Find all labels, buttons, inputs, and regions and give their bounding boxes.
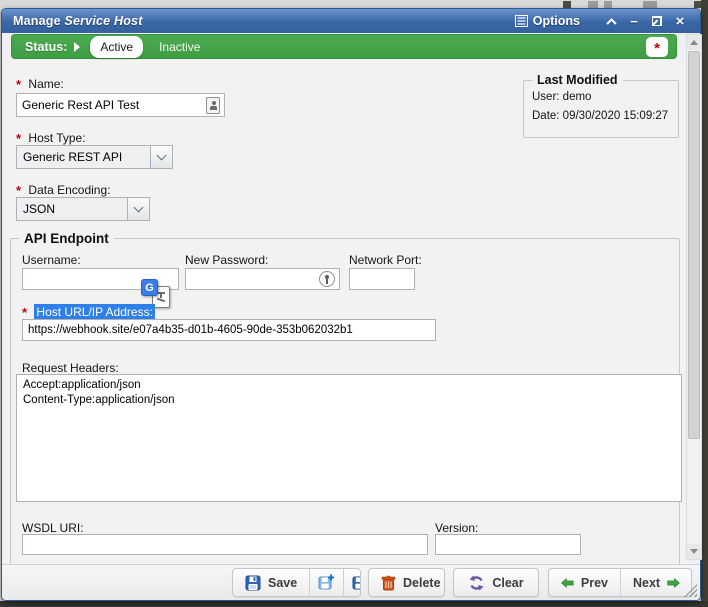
prev-button[interactable]: Prev (549, 569, 620, 596)
options-button[interactable]: Options (515, 14, 580, 28)
form-content: * Name: Last Modified User: demo Date: 0… (5, 60, 685, 564)
data-encoding-combobox[interactable]: JSON (16, 197, 150, 221)
background-page-edge (701, 0, 708, 607)
clear-button[interactable]: Clear (454, 569, 538, 596)
background-icon-fragment (563, 1, 571, 8)
host-url-label-highlight: Host URL/IP Address: (34, 304, 155, 320)
manage-service-host-dialog: Manage Service Host Options − × (1, 8, 701, 601)
chevron-up-icon (606, 18, 617, 25)
save-button-group: Save (232, 568, 361, 597)
triangle-down-icon (690, 549, 698, 554)
network-port-input[interactable] (349, 268, 415, 290)
background-icon-fragment (588, 1, 598, 8)
required-asterisk-icon: * (16, 131, 21, 146)
minimize-icon[interactable]: − (626, 13, 642, 29)
save-floppy-icon (245, 575, 261, 591)
chevron-down-icon (157, 150, 167, 160)
scroll-up-button[interactable] (687, 35, 701, 50)
popout-glyph (652, 16, 662, 26)
popout-icon[interactable] (649, 13, 665, 29)
status-option-inactive[interactable]: Inactive (159, 40, 200, 54)
data-encoding-label: * Data Encoding: (16, 182, 110, 197)
network-port-label: Network Port: (349, 253, 422, 267)
translate-g-glyph: G (141, 279, 158, 296)
host-type-value: Generic REST API (17, 146, 150, 168)
status-label: Status: (12, 40, 67, 54)
scrollbar-thumb[interactable] (688, 51, 700, 439)
host-type-combobox[interactable]: Generic REST API (16, 145, 173, 169)
clear-button-label: Clear (492, 576, 523, 590)
data-encoding-dropdown-button[interactable] (127, 198, 149, 220)
host-type-label: * Host Type: (16, 130, 86, 145)
clear-button-container: Clear (453, 568, 539, 597)
required-asterisk-icon: * (22, 305, 27, 320)
required-asterisk-icon: * (16, 77, 21, 92)
request-headers-label: Request Headers: (22, 361, 119, 375)
last-modified-fieldset: Last Modified User: demo Date: 09/30/202… (523, 80, 679, 138)
required-asterisk-icon: * (654, 44, 660, 54)
prev-next-button-group: Prev Next (548, 568, 692, 597)
arrow-left-icon (561, 576, 574, 590)
arrow-right-icon (667, 576, 680, 590)
password-reveal-icon[interactable] (319, 271, 335, 287)
name-input[interactable] (16, 93, 225, 117)
dialog-title-emphasis: Service Host (64, 14, 142, 28)
version-label: Version: (435, 521, 478, 535)
save-and-new-button[interactable] (309, 569, 343, 596)
background-page-edge (0, 601, 708, 607)
refresh-icon (468, 575, 485, 591)
version-input[interactable] (435, 534, 581, 555)
delete-button[interactable]: Delete (369, 569, 445, 596)
api-endpoint-legend: API Endpoint (19, 231, 114, 246)
status-bar: Status: Active Inactive * (11, 34, 677, 59)
status-required-badge: * (646, 37, 668, 57)
dialog-title: Manage Service Host (2, 14, 143, 28)
delete-button-label: Delete (403, 576, 441, 590)
dialog-title-prefix: Manage (13, 14, 64, 28)
username-label: Username: (22, 253, 81, 267)
last-modified-user: User: demo (532, 91, 591, 103)
wsdl-uri-label: WSDL URI: (22, 521, 84, 535)
options-label: Options (533, 14, 580, 28)
wsdl-uri-input[interactable] (22, 534, 428, 555)
options-list-icon (515, 15, 528, 27)
new-password-label: New Password: (185, 253, 268, 267)
last-modified-legend: Last Modified (532, 73, 623, 87)
new-password-input[interactable] (185, 268, 340, 290)
next-button-label: Next (633, 576, 660, 590)
host-type-dropdown-button[interactable] (150, 146, 172, 168)
host-url-input[interactable] (22, 319, 436, 341)
delete-button-container: Delete (368, 568, 445, 597)
next-button[interactable]: Next (620, 569, 692, 596)
vertical-scrollbar[interactable] (686, 34, 702, 560)
request-headers-textarea[interactable]: Accept:application/json Content-Type:app… (16, 374, 682, 502)
save-and-new-icon (318, 574, 335, 591)
collapse-icon[interactable] (603, 13, 619, 29)
status-caret-icon (74, 42, 80, 52)
data-encoding-value: JSON (17, 198, 127, 220)
save-and-close-icon (352, 574, 361, 591)
background-icon-fragment (643, 1, 657, 8)
status-option-active[interactable]: Active (90, 36, 143, 58)
save-and-close-button[interactable] (343, 569, 361, 596)
dialog-titlebar[interactable]: Manage Service Host Options − × (2, 9, 700, 33)
scroll-down-button[interactable] (687, 544, 701, 559)
save-button[interactable]: Save (233, 569, 309, 596)
close-icon[interactable]: × (672, 13, 688, 29)
background-icon-fragment (604, 1, 612, 8)
bottom-toolbar: Save (2, 564, 700, 600)
triangle-up-icon (690, 40, 698, 45)
required-asterisk-icon: * (16, 183, 21, 198)
autofill-icon[interactable] (206, 97, 220, 114)
save-button-label: Save (268, 576, 297, 590)
trash-icon (381, 575, 396, 591)
last-modified-date: Date: 09/30/2020 15:09:27 (532, 110, 668, 122)
prev-button-label: Prev (581, 576, 608, 590)
name-label: * Name: (16, 76, 64, 91)
host-url-label: * Host URL/IP Address: (22, 304, 155, 319)
chevron-down-icon (134, 202, 144, 212)
